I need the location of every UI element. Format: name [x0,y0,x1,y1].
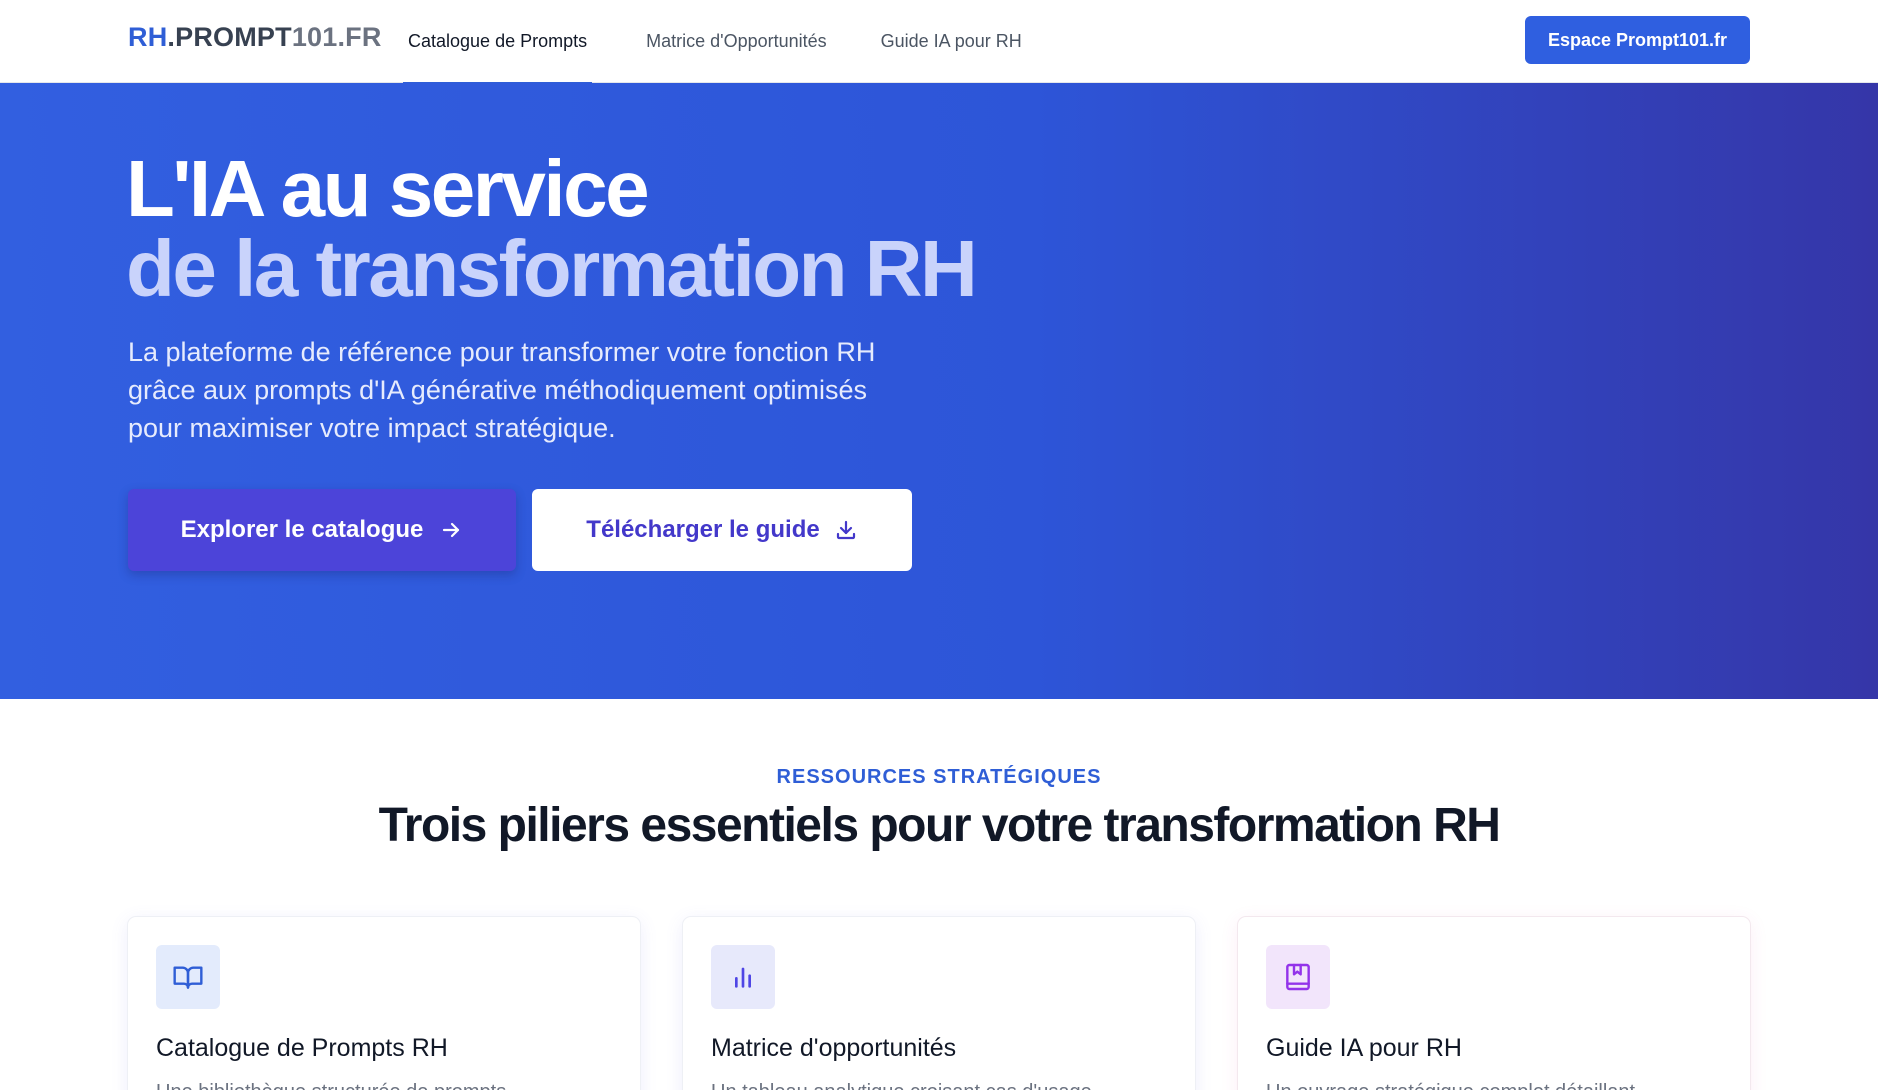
card-title: Matrice d'opportunités [711,1034,957,1062]
nav-item-guide[interactable]: Guide IA pour RH [881,0,1022,83]
card-description: Une bibliothèque structurée de prompts [156,1078,596,1090]
bookmark-book-icon [1266,945,1330,1009]
arrow-right-icon [443,522,460,538]
hero-subtitle: La plateforme de référence pour transfor… [128,337,876,443]
card-description: Un tableau analytique croisant cas d'usa… [711,1078,1151,1090]
logo-rh: RH [128,22,168,52]
nav-item-catalogue[interactable]: Catalogue de Prompts [403,0,593,84]
card-guide[interactable]: Guide IA pour RH Un ouvrage stratégique … [1238,917,1750,1090]
section-title: Trois piliers essentiels pour votre tran… [378,799,1501,852]
explore-catalogue-label: Explorer le catalogue [180,516,424,543]
card-title: Catalogue de Prompts RH [156,1034,448,1062]
main-nav: Catalogue de Prompts Matrice d'Opportuni… [403,0,1076,84]
section-eyebrow: RESSOURCES STRATÉGIQUES [776,766,1102,788]
open-book-icon [156,945,220,1009]
card-description: Un ouvrage stratégique complet détaillan… [1266,1078,1706,1090]
hero-section: L'IA au service de la transformation RH … [0,83,1878,699]
site-header: RH.PROMPT101.FR Catalogue de Prompts Mat… [0,0,1878,84]
explore-catalogue-button[interactable]: Explorer le catalogue [128,489,516,571]
hero-title: L'IA au service de la transformation RH [126,144,978,313]
site-logo[interactable]: RH.PROMPT101.FR [128,22,382,53]
download-guide-label: Télécharger le guide [586,516,820,543]
bar-chart-icon [711,945,775,1009]
hero-title-line2: de la transformation RH [126,224,978,313]
nav-item-matrice[interactable]: Matrice d'Opportunités [646,0,827,83]
card-matrice[interactable]: Matrice d'opportunités Un tableau analyt… [683,917,1195,1090]
logo-prompt: .PROMPT [167,22,292,52]
download-icon [836,520,855,540]
espace-prompt101-button[interactable]: Espace Prompt101.fr [1525,16,1750,64]
download-guide-button[interactable]: Télécharger le guide [532,489,912,571]
card-title: Guide IA pour RH [1266,1034,1462,1062]
logo-domain: 101.FR [291,22,382,52]
card-catalogue[interactable]: Catalogue de Prompts RH Une bibliothèque… [128,917,640,1090]
hero-title-line1: L'IA au service [126,144,650,233]
